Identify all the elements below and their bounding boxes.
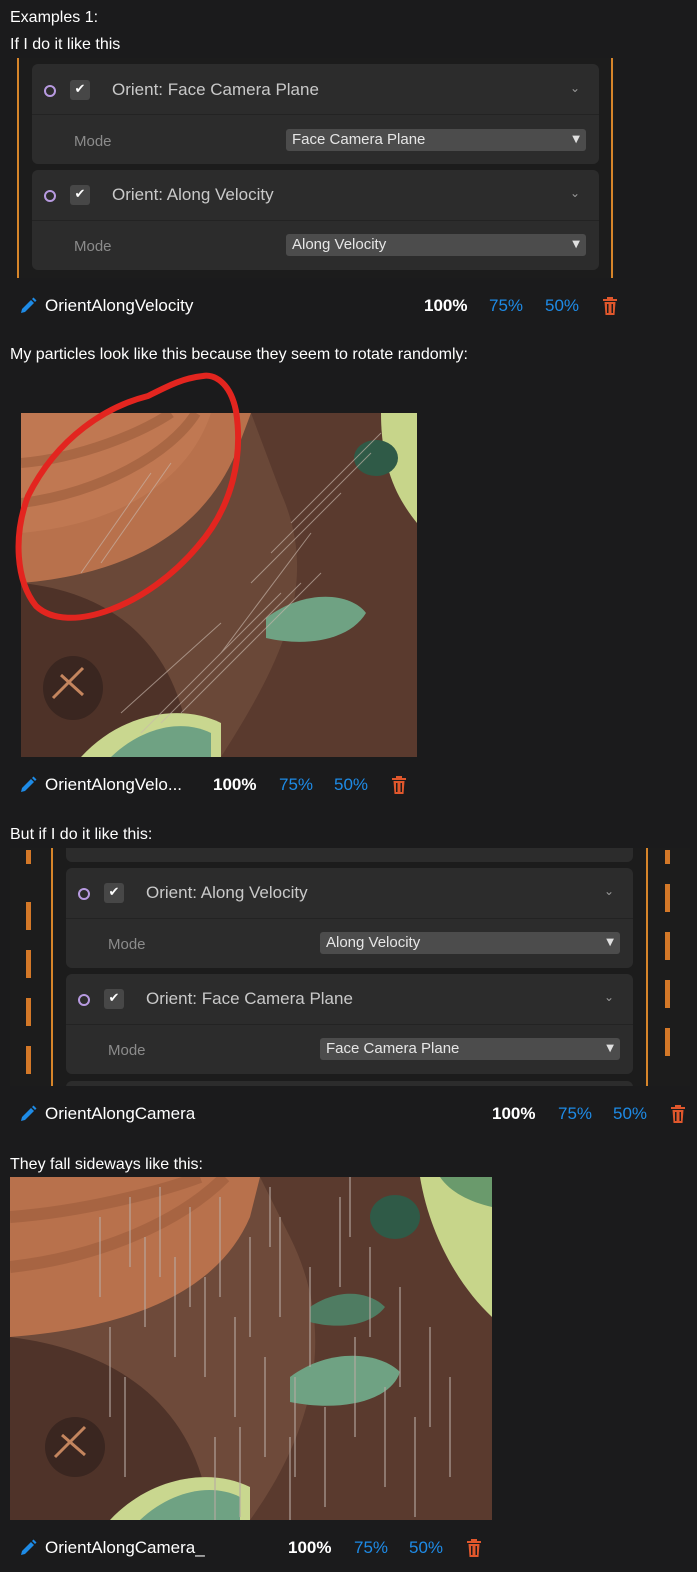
timeline-line-left — [51, 848, 53, 1086]
mode-label: Mode — [108, 1042, 146, 1059]
caption-but-if: But if I do it like this: — [10, 826, 153, 843]
zoom-50-link[interactable]: 50% — [334, 775, 368, 795]
timeline-dash — [26, 998, 31, 1026]
orient-block: ✔ Orient: Face Camera Plane ⌄ Mode Face … — [66, 974, 633, 1074]
attachment-name[interactable]: OrientAlongCamera — [45, 1104, 195, 1124]
zoom-75-link[interactable]: 75% — [279, 775, 313, 795]
mode-label: Mode — [108, 936, 146, 953]
mode-dropdown[interactable]: Along Velocity ▼ — [286, 234, 586, 256]
mode-value: Face Camera Plane — [292, 131, 426, 148]
checkmark-icon[interactable]: ✔ — [70, 185, 90, 205]
timeline-dash — [665, 980, 670, 1008]
editor-screenshot-1: ✔ Orient: Face Camera Plane ⌄ Mode Face … — [17, 58, 615, 278]
block-title: Orient: Along Velocity — [112, 185, 274, 204]
block-title: Orient: Face Camera Plane — [146, 989, 353, 1008]
dropdown-arrow-icon: ▼ — [606, 937, 614, 948]
timeline-dash — [665, 884, 670, 912]
timeline-dash — [665, 1028, 670, 1056]
mode-value: Along Velocity — [292, 236, 387, 253]
timeline-dash — [26, 950, 31, 978]
orient-block-partial — [66, 848, 633, 862]
zoom-100-link[interactable]: 100% — [288, 1538, 331, 1558]
block-title: Orient: Along Velocity — [146, 883, 308, 902]
mode-label: Mode — [74, 238, 112, 255]
intro-line-2: If I do it like this — [10, 36, 121, 53]
caption-rotate-randomly: My particles look like this because they… — [10, 346, 468, 363]
editor-screenshot-2: ✔ Orient: Along Velocity ⌄ Mode Along Ve… — [10, 848, 690, 1086]
chevron-down-icon[interactable]: ⌄ — [570, 81, 580, 95]
zoom-75-link[interactable]: 75% — [558, 1104, 592, 1124]
timeline-dash — [26, 902, 31, 930]
checkmark-icon[interactable]: ✔ — [70, 80, 90, 100]
timeline-line-left — [17, 58, 19, 278]
zoom-75-link[interactable]: 75% — [354, 1538, 388, 1558]
dropdown-arrow-icon: ▼ — [572, 134, 580, 145]
zoom-50-link[interactable]: 50% — [545, 296, 579, 316]
timeline-line-right — [646, 848, 648, 1086]
attachment-name[interactable]: OrientAlongVelocity — [45, 296, 193, 316]
zoom-50-link[interactable]: 50% — [409, 1538, 443, 1558]
circle-icon[interactable] — [44, 85, 56, 97]
trash-icon[interactable] — [391, 775, 407, 795]
chevron-down-icon[interactable]: ⌄ — [604, 884, 614, 898]
pencil-icon[interactable] — [18, 1538, 38, 1558]
pencil-icon[interactable] — [18, 296, 38, 316]
circle-icon[interactable] — [44, 190, 56, 202]
pencil-icon[interactable] — [18, 1104, 38, 1124]
chevron-down-icon[interactable]: ⌄ — [570, 186, 580, 200]
zoom-100-link[interactable]: 100% — [213, 775, 256, 795]
mode-dropdown[interactable]: Face Camera Plane ▼ — [286, 129, 586, 151]
intro-line-1: Examples 1: — [10, 9, 99, 26]
zoom-100-link[interactable]: 100% — [424, 296, 467, 316]
checkmark-icon[interactable]: ✔ — [104, 883, 124, 903]
trash-icon[interactable] — [602, 296, 618, 316]
orient-block: ✔ Orient: Along Velocity ⌄ Mode Along Ve… — [66, 868, 633, 968]
chevron-down-icon[interactable]: ⌄ — [604, 990, 614, 1004]
game-screenshot-sideways-particles[interactable] — [10, 1177, 492, 1520]
trash-icon[interactable] — [466, 1538, 482, 1558]
checkmark-icon[interactable]: ✔ — [104, 989, 124, 1009]
caption-fall-sideways: They fall sideways like this: — [10, 1156, 203, 1173]
timeline-dash — [26, 1046, 31, 1074]
timeline-dash — [665, 850, 670, 864]
zoom-50-link[interactable]: 50% — [613, 1104, 647, 1124]
zoom-100-link[interactable]: 100% — [492, 1104, 535, 1124]
mode-dropdown[interactable]: Along Velocity ▼ — [320, 932, 620, 954]
orient-block-partial — [66, 1081, 633, 1086]
dropdown-arrow-icon: ▼ — [572, 239, 580, 250]
pencil-icon[interactable] — [18, 775, 38, 795]
zoom-75-link[interactable]: 75% — [489, 296, 523, 316]
dropdown-arrow-icon: ▼ — [606, 1043, 614, 1054]
attachment-name[interactable]: OrientAlongVelo... — [45, 775, 182, 795]
circle-icon[interactable] — [78, 888, 90, 900]
orient-block: ✔ Orient: Face Camera Plane ⌄ Mode Face … — [32, 64, 599, 164]
timeline-line-right — [611, 58, 613, 278]
mode-dropdown[interactable]: Face Camera Plane ▼ — [320, 1038, 620, 1060]
circle-icon[interactable] — [78, 994, 90, 1006]
trash-icon[interactable] — [670, 1104, 686, 1124]
timeline-dash — [26, 850, 31, 864]
orient-block: ✔ Orient: Along Velocity ⌄ Mode Along Ve… — [32, 170, 599, 270]
attachment-name[interactable]: OrientAlongCamera_ — [45, 1538, 205, 1558]
red-annotation-circle — [15, 372, 242, 621]
mode-label: Mode — [74, 133, 112, 150]
mode-value: Along Velocity — [326, 934, 421, 951]
timeline-dash — [665, 932, 670, 960]
block-title: Orient: Face Camera Plane — [112, 80, 319, 99]
mode-value: Face Camera Plane — [326, 1040, 460, 1057]
